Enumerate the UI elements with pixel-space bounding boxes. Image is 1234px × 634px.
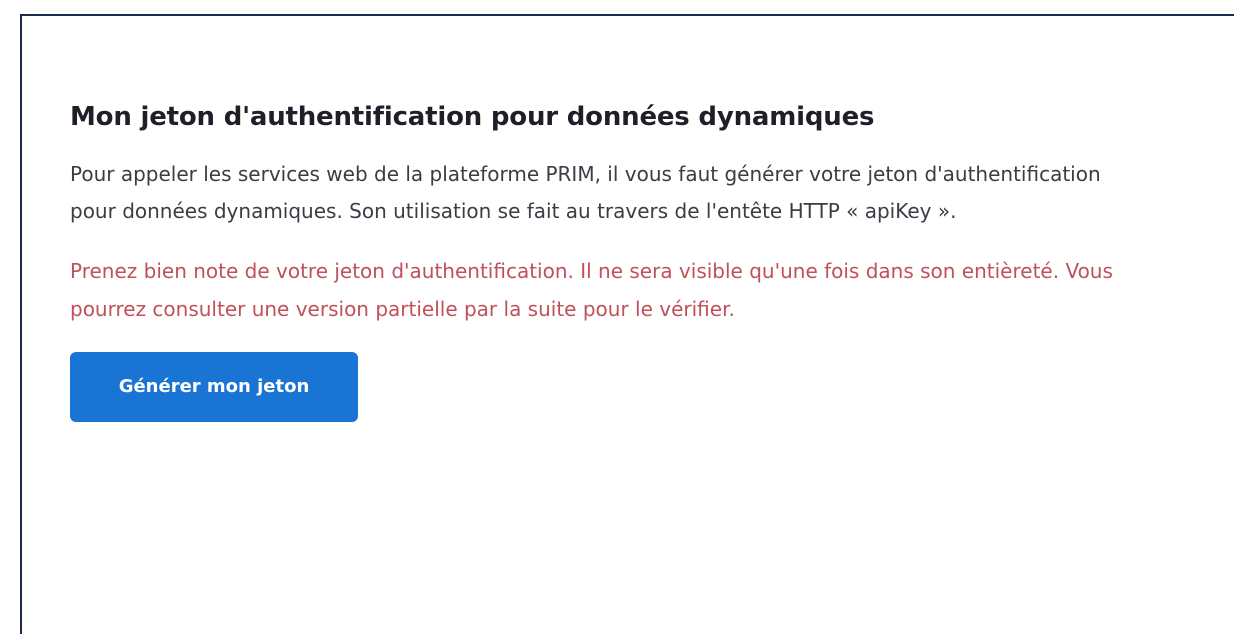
generate-token-button[interactable]: Générer mon jeton — [70, 352, 358, 422]
section-title: Mon jeton d'authentification pour donnée… — [70, 102, 875, 132]
warning-text: Prenez bien note de votre jeton d'authen… — [70, 259, 1113, 321]
token-section: Mon jeton d'authentification pour donnée… — [70, 100, 1150, 422]
description-text: Pour appeler les services web de la plat… — [70, 162, 1101, 223]
token-card: Mon jeton d'authentification pour donnée… — [20, 14, 1234, 634]
